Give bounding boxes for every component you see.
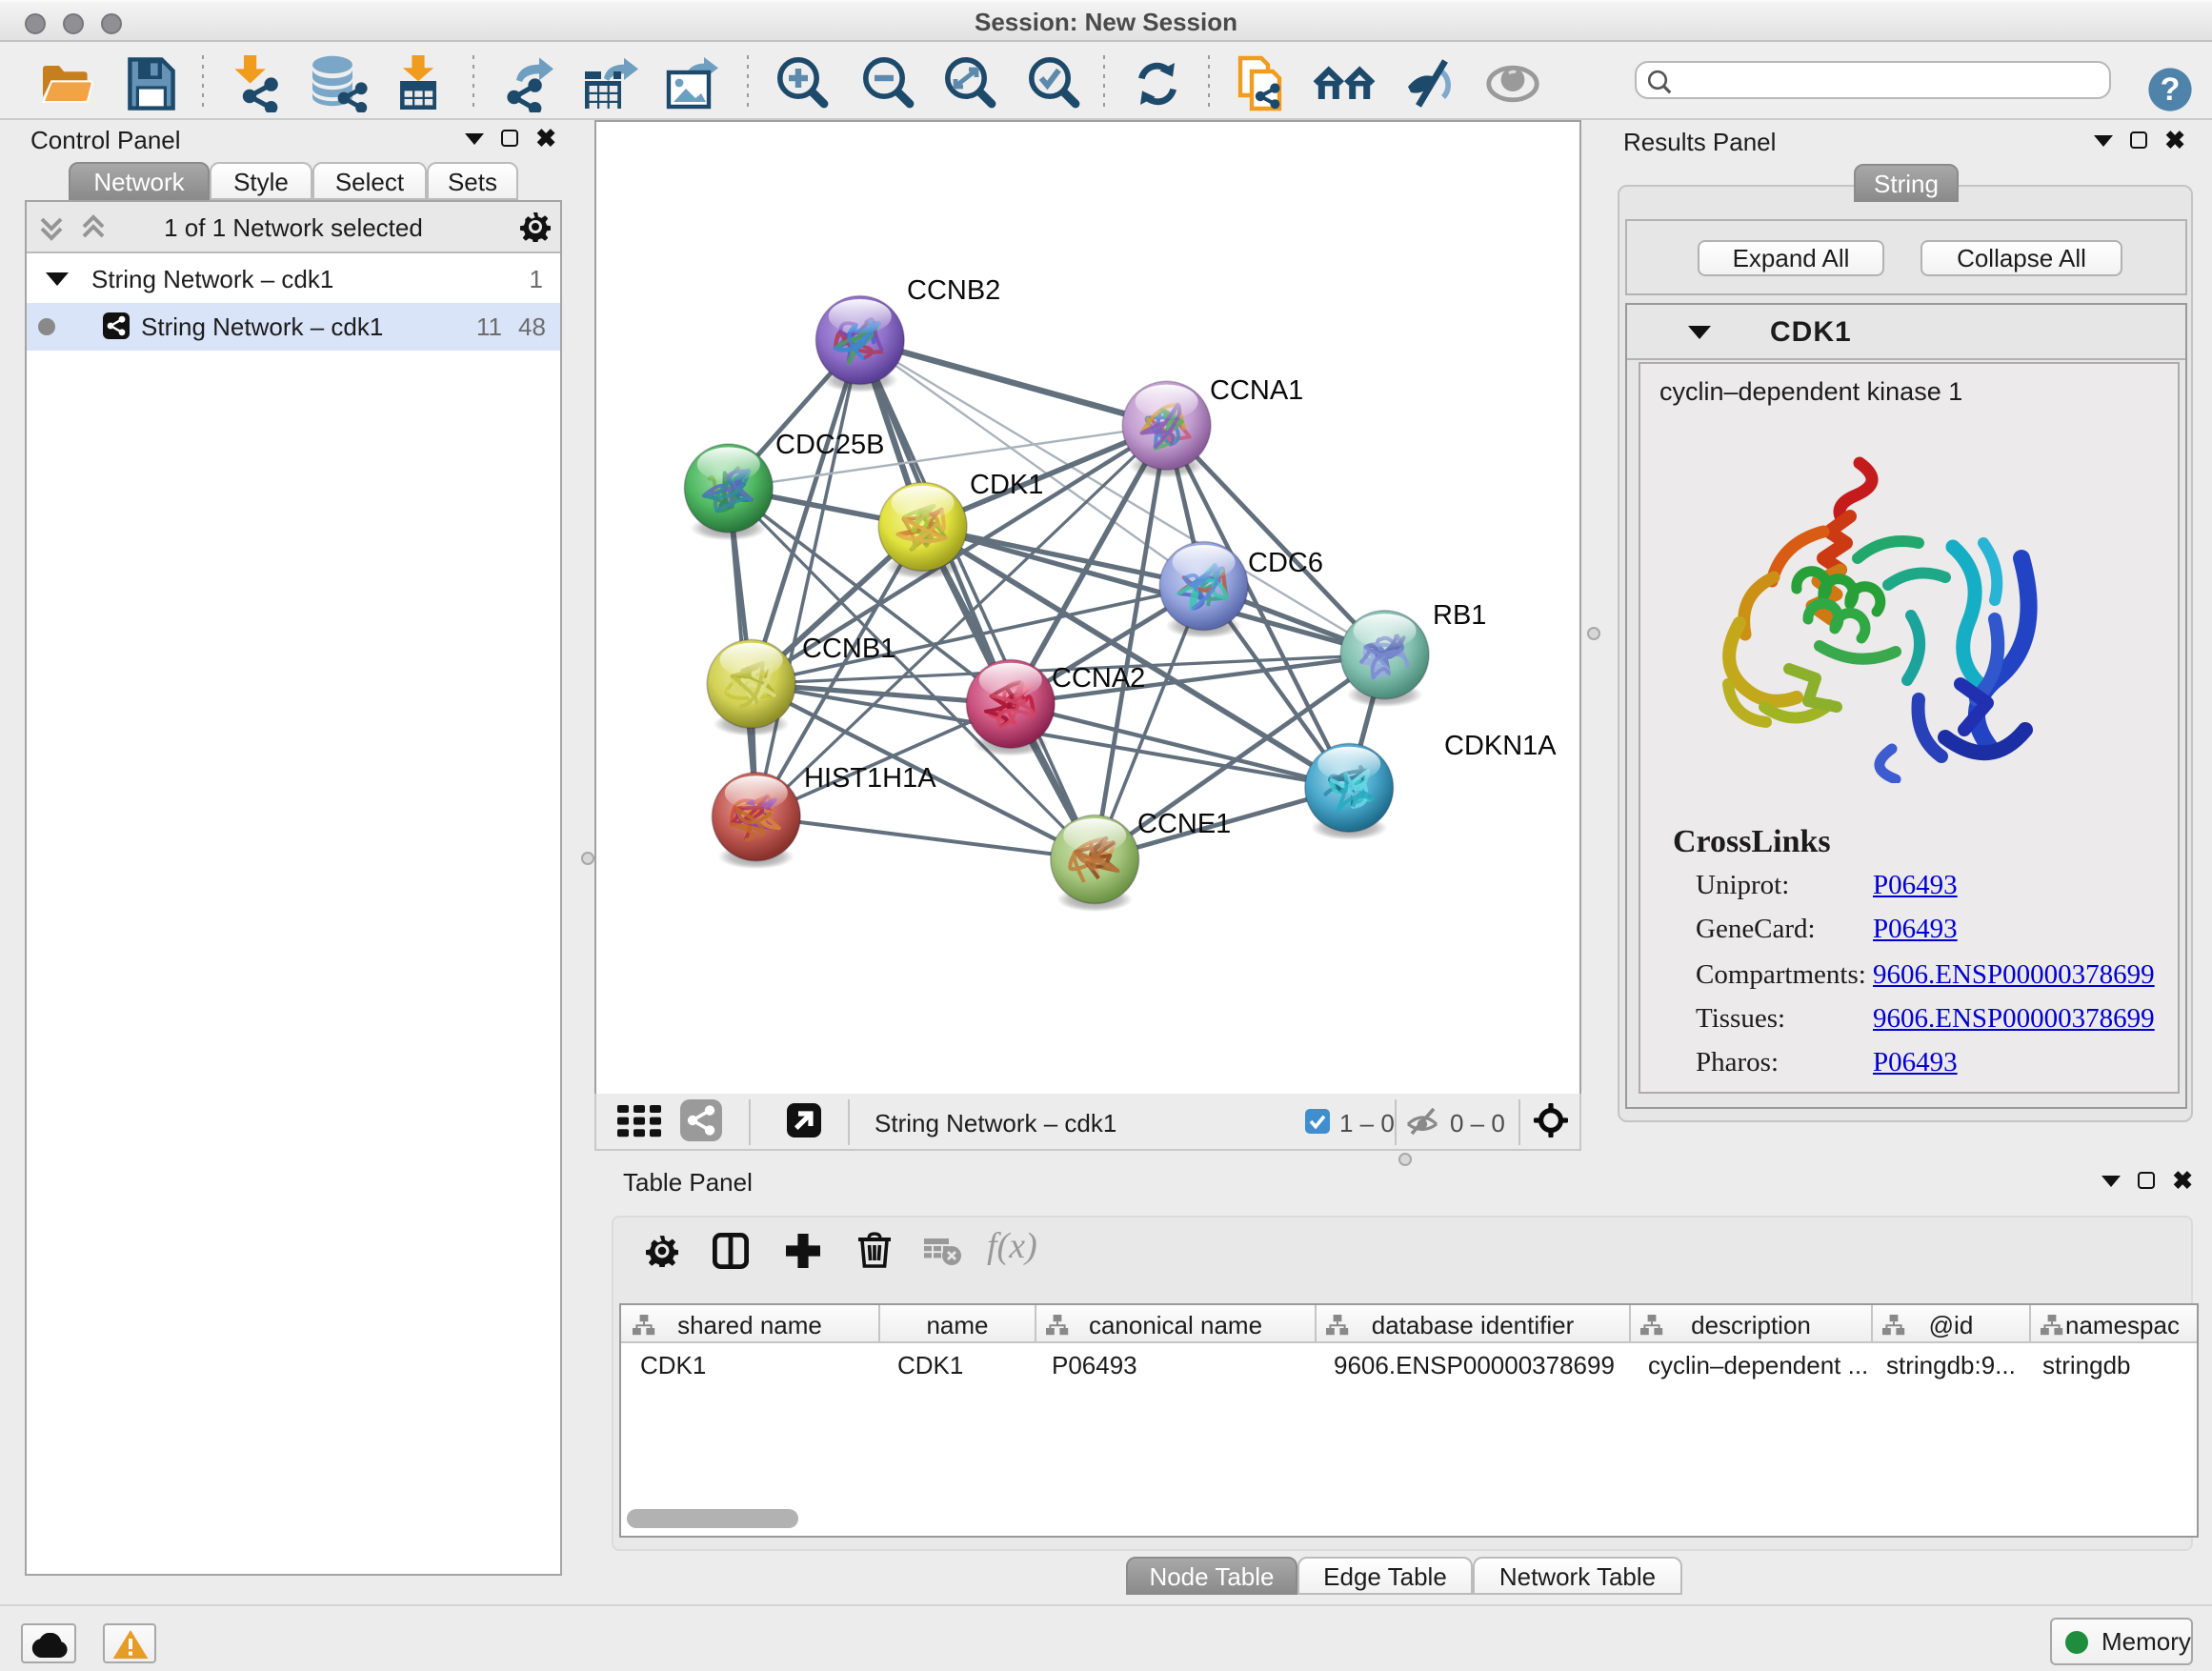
- svg-text:CCNE1: CCNE1: [1137, 809, 1231, 839]
- svg-text:HIST1H1A: HIST1H1A: [804, 763, 936, 794]
- svg-text:CDK1: CDK1: [970, 470, 1043, 500]
- svg-text:CCNB2: CCNB2: [907, 275, 1000, 306]
- svg-text:CDC25B: CDC25B: [775, 430, 884, 460]
- svg-text:RB1: RB1: [1433, 600, 1486, 631]
- svg-text:CCNA2: CCNA2: [1052, 663, 1145, 694]
- svg-text:?: ?: [2161, 71, 2181, 108]
- svg-text:CCNB1: CCNB1: [802, 634, 895, 664]
- svg-text:CDKN1A: CDKN1A: [1444, 731, 1557, 761]
- svg-text:CDC6: CDC6: [1248, 548, 1323, 578]
- svg-text:CCNA1: CCNA1: [1210, 375, 1303, 406]
